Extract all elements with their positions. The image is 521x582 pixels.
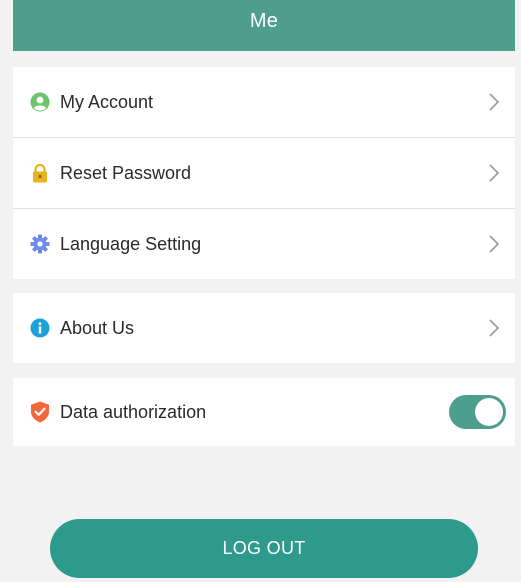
settings-group-privacy: Data authorization: [13, 378, 515, 446]
settings-group-primary: My Account Reset Password Language Setti…: [13, 67, 515, 279]
chevron-right-icon: [489, 164, 500, 182]
chevron-right-icon: [489, 93, 500, 111]
chevron-right-icon: [489, 235, 500, 253]
menu-item-label: About Us: [60, 317, 135, 338]
gear-icon: [30, 234, 50, 254]
toggle-knob: [475, 398, 503, 426]
shield-icon: [30, 401, 50, 423]
data-authorization-toggle[interactable]: [449, 395, 506, 429]
menu-item-language-setting[interactable]: Language Setting: [13, 209, 515, 279]
settings-group-about: About Us: [13, 293, 515, 363]
menu-item-reset-password[interactable]: Reset Password: [13, 138, 515, 208]
logout-button[interactable]: LOG OUT: [50, 519, 478, 578]
lock-icon: [30, 163, 50, 183]
info-icon: [30, 318, 50, 338]
chevron-right-icon: [489, 319, 500, 337]
menu-item-label: Language Setting: [60, 233, 202, 254]
user-icon: [30, 92, 50, 112]
menu-item-label: Data authorization: [60, 401, 207, 422]
page-title: Me: [249, 10, 279, 32]
menu-item-label: My Account: [60, 91, 154, 112]
menu-item-label: Reset Password: [60, 162, 192, 183]
menu-item-my-account[interactable]: My Account: [13, 67, 515, 137]
page-header: Me: [13, 0, 515, 51]
menu-item-about-us[interactable]: About Us: [13, 293, 515, 363]
menu-item-data-authorization: Data authorization: [13, 378, 515, 446]
